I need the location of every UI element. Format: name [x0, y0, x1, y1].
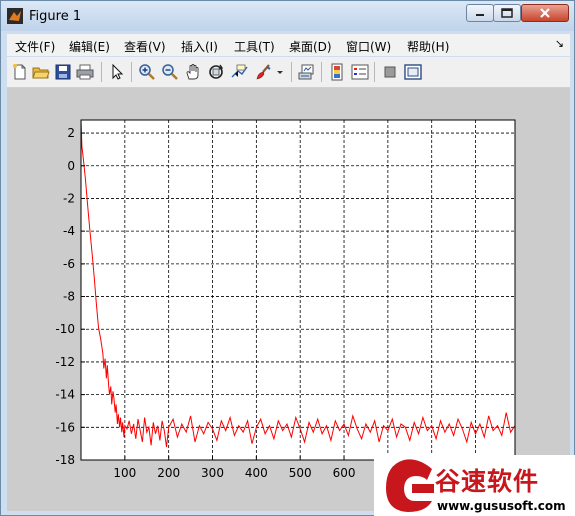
- y-tick-label: -18: [55, 453, 75, 467]
- toolbar-separator: [101, 62, 102, 82]
- rotate-3d-icon[interactable]: [207, 63, 225, 81]
- figure-toolbar: [7, 57, 570, 88]
- toolbar-separator: [374, 62, 375, 82]
- close-icon: [540, 8, 550, 18]
- watermark-url: www.gususoft.com: [437, 499, 566, 513]
- new-figure-icon[interactable]: [11, 63, 29, 81]
- plot-area: [81, 120, 515, 460]
- y-tick-label: 2: [67, 126, 75, 140]
- figure-window: Figure 1 文件(F) 编辑(E) 查看(V) 插入(I) 工具(T) 桌…: [0, 0, 575, 516]
- colorbar-icon[interactable]: [328, 63, 346, 81]
- y-tick-label: -16: [55, 420, 75, 434]
- brush-dropdown-icon[interactable]: [275, 63, 285, 81]
- menu-dock-arrow-icon[interactable]: ↘: [555, 37, 564, 50]
- x-tick-label: 300: [201, 466, 224, 480]
- x-tick-label: 600: [333, 466, 356, 480]
- title-bar[interactable]: Figure 1: [1, 1, 574, 31]
- toolbar-separator: [131, 62, 132, 82]
- maximize-button[interactable]: [493, 4, 521, 22]
- close-button[interactable]: [521, 4, 569, 22]
- menu-tools[interactable]: 工具(T): [234, 38, 275, 55]
- link-plot-icon[interactable]: [298, 63, 316, 81]
- figure-canvas: 10020030040050060070080090020-2-4-6-8-10…: [7, 88, 570, 511]
- y-tick-label: -8: [63, 290, 75, 304]
- matlab-icon: [7, 8, 23, 24]
- print-icon[interactable]: [76, 63, 94, 81]
- data-cursor-icon[interactable]: [230, 63, 248, 81]
- y-tick-label: -4: [63, 224, 75, 238]
- menu-window[interactable]: 窗口(W): [346, 38, 391, 55]
- y-tick-label: -14: [55, 388, 75, 402]
- brush-icon[interactable]: [255, 63, 273, 81]
- watermark-brand: 谷速软件: [435, 467, 540, 496]
- x-tick-label: 200: [157, 466, 180, 480]
- hide-plot-tools-icon[interactable]: [381, 63, 399, 81]
- y-tick-label: -6: [63, 257, 75, 271]
- legend-icon[interactable]: [351, 63, 369, 81]
- maximize-icon: [501, 8, 513, 18]
- toolbar-separator: [291, 62, 292, 82]
- toolbar-separator: [321, 62, 322, 82]
- y-tick-label: -2: [63, 191, 75, 205]
- y-tick-label: 0: [67, 159, 75, 173]
- menu-file[interactable]: 文件(F): [15, 38, 55, 55]
- minimize-icon: [476, 14, 484, 16]
- menu-help[interactable]: 帮助(H): [407, 38, 449, 55]
- window-title: Figure 1: [29, 9, 82, 24]
- zoom-in-icon[interactable]: [138, 63, 156, 81]
- save-icon[interactable]: [54, 63, 72, 81]
- menu-edit[interactable]: 编辑(E): [69, 38, 110, 55]
- plot-axes[interactable]: 10020030040050060070080090020-2-4-6-8-10…: [7, 88, 570, 511]
- menu-view[interactable]: 查看(V): [124, 38, 166, 55]
- zoom-out-icon[interactable]: [161, 63, 179, 81]
- y-tick-label: -10: [55, 322, 75, 336]
- x-tick-label: 500: [289, 466, 312, 480]
- select-arrow-icon[interactable]: [108, 63, 126, 81]
- x-tick-label: 100: [113, 466, 136, 480]
- open-folder-icon[interactable]: [32, 63, 50, 81]
- y-tick-label: -12: [55, 355, 75, 369]
- menu-desktop[interactable]: 桌面(D): [289, 38, 332, 55]
- menu-insert[interactable]: 插入(I): [181, 38, 218, 55]
- menu-bar: 文件(F) 编辑(E) 查看(V) 插入(I) 工具(T) 桌面(D) 窗口(W…: [7, 34, 570, 56]
- show-plot-tools-icon[interactable]: [404, 63, 422, 81]
- pan-hand-icon[interactable]: [184, 63, 202, 81]
- minimize-button[interactable]: [466, 4, 494, 22]
- x-tick-label: 400: [245, 466, 268, 480]
